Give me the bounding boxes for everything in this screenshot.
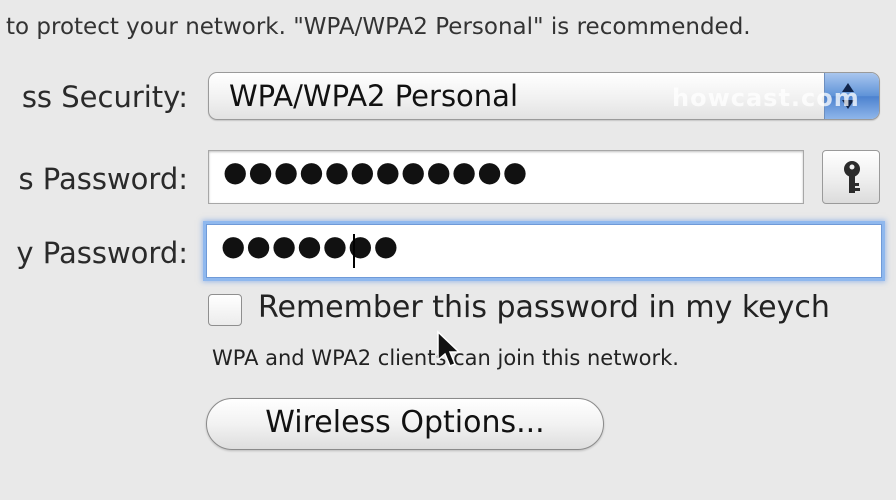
- verify-label: y Password:: [16, 236, 188, 270]
- mouse-pointer-icon: [437, 330, 461, 367]
- wireless-security-value: WPA/WPA2 Personal: [229, 79, 519, 113]
- security-info-text: to protect your network. "WPA/WPA2 Perso…: [6, 14, 751, 40]
- text-caret: [353, 234, 355, 268]
- remember-password-label[interactable]: Remember this password in my keych: [258, 290, 830, 325]
- password-masked-value: ●●●●●●●●●●●●: [223, 155, 529, 188]
- password-field[interactable]: ●●●●●●●●●●●●: [208, 150, 804, 204]
- password-label: s Password:: [18, 162, 188, 196]
- wireless-options-button[interactable]: Wireless Options...: [206, 398, 604, 450]
- key-icon: [844, 161, 860, 193]
- watermark: howcast.com: [672, 84, 860, 112]
- wireless-security-label: ss Security:: [21, 80, 188, 114]
- verify-masked-value: ●●●●●●●: [221, 229, 400, 262]
- verify-password-field[interactable]: ●●●●●●●: [206, 224, 882, 278]
- remember-password-checkbox[interactable]: [208, 294, 242, 326]
- show-password-button[interactable]: [822, 150, 880, 204]
